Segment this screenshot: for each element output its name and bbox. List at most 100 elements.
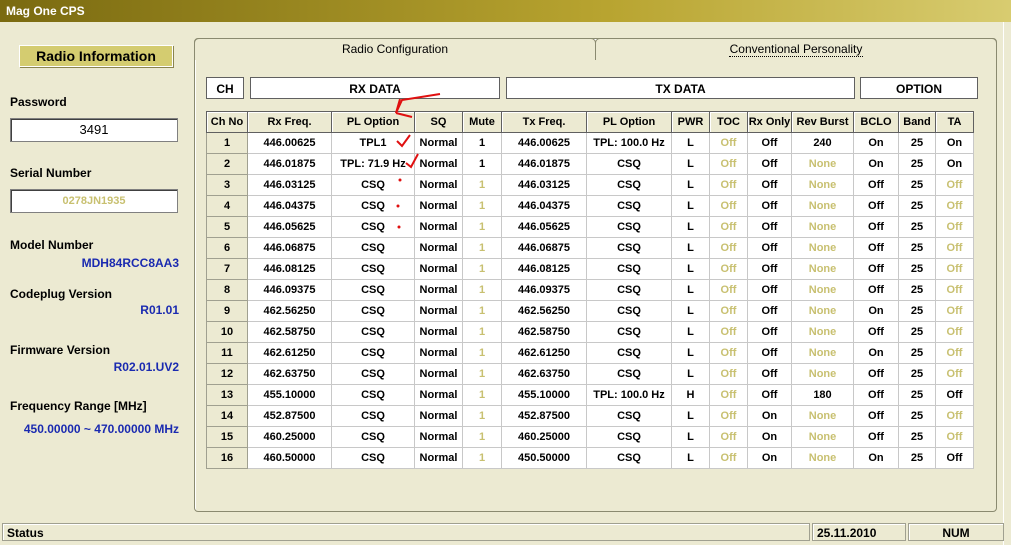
cell-rev-burst[interactable]: None: [791, 258, 854, 280]
cell-sq[interactable]: Normal: [414, 405, 463, 427]
cell-rx-only[interactable]: On: [747, 405, 792, 427]
cell-rev-burst[interactable]: None: [791, 405, 854, 427]
cell-pwr[interactable]: L: [671, 279, 710, 301]
cell-tx-freq[interactable]: 446.09375: [501, 279, 587, 301]
cell-bclo[interactable]: Off: [853, 258, 899, 280]
cell-pwr[interactable]: L: [671, 342, 710, 364]
cell-rx-only[interactable]: On: [747, 447, 792, 469]
cell-rev-burst[interactable]: 180: [791, 384, 854, 406]
cell-tx-freq[interactable]: 462.61250: [501, 342, 587, 364]
cell-sq[interactable]: Normal: [414, 447, 463, 469]
cell-ta[interactable]: On: [935, 132, 974, 154]
cell-tx-pl-option[interactable]: CSQ: [586, 321, 672, 343]
cell-bclo[interactable]: Off: [853, 216, 899, 238]
cell-mute[interactable]: 1: [462, 195, 502, 217]
cell-rev-burst[interactable]: None: [791, 300, 854, 322]
cell-rx-only[interactable]: Off: [747, 321, 792, 343]
cell-toc[interactable]: Off: [709, 300, 748, 322]
cell-rx-freq[interactable]: 452.87500: [247, 405, 332, 427]
cell-ta[interactable]: Off: [935, 426, 974, 448]
cell-mute[interactable]: 1: [462, 405, 502, 427]
cell-tx-pl-option[interactable]: CSQ: [586, 342, 672, 364]
cell-mute[interactable]: 1: [462, 174, 502, 196]
cell-tx-freq[interactable]: 446.03125: [501, 174, 587, 196]
cell-sq[interactable]: Normal: [414, 363, 463, 385]
table-row[interactable]: 15 460.25000 CSQ Normal 1 460.25000 CSQ L Off On N…: [206, 426, 974, 448]
cell-band[interactable]: 25: [898, 426, 936, 448]
cell-sq[interactable]: Normal: [414, 321, 463, 343]
table-row[interactable]: 11 462.61250 CSQ Normal 1 462.61250 CSQ L Off Off…: [206, 342, 974, 364]
cell-toc[interactable]: Off: [709, 384, 748, 406]
cell-ta[interactable]: Off: [935, 447, 974, 469]
cell-pwr[interactable]: L: [671, 321, 710, 343]
cell-ta[interactable]: On: [935, 153, 974, 175]
cell-rx-freq[interactable]: 462.63750: [247, 363, 332, 385]
cell-ta[interactable]: Off: [935, 258, 974, 280]
table-row[interactable]: 6 446.06875 CSQ Normal 1 446.06875 CSQ L Off Off N…: [206, 237, 974, 259]
cell-mute[interactable]: 1: [462, 342, 502, 364]
cell-rx-pl-option[interactable]: TPL: 71.9 Hz: [331, 153, 415, 175]
cell-tx-freq[interactable]: 446.01875: [501, 153, 587, 175]
cell-tx-freq[interactable]: 455.10000: [501, 384, 587, 406]
cell-rev-burst[interactable]: None: [791, 447, 854, 469]
table-row[interactable]: 3 446.03125 CSQ Normal 1 446.03125 CSQ L Off Off N…: [206, 174, 974, 196]
cell-rx-pl-option[interactable]: CSQ: [331, 237, 415, 259]
cell-ta[interactable]: Off: [935, 300, 974, 322]
cell-bclo[interactable]: Off: [853, 237, 899, 259]
table-row[interactable]: 5 446.05625 CSQ Normal 1 446.05625 CSQ L Off Off N…: [206, 216, 974, 238]
cell-bclo[interactable]: Off: [853, 321, 899, 343]
cell-mute[interactable]: 1: [462, 216, 502, 238]
cell-toc[interactable]: Off: [709, 405, 748, 427]
cell-band[interactable]: 25: [898, 405, 936, 427]
cell-rev-burst[interactable]: None: [791, 426, 854, 448]
cell-bclo[interactable]: On: [853, 342, 899, 364]
cell-mute[interactable]: 1: [462, 132, 502, 154]
cell-toc[interactable]: Off: [709, 216, 748, 238]
cell-toc[interactable]: Off: [709, 321, 748, 343]
cell-rx-pl-option[interactable]: CSQ: [331, 279, 415, 301]
cell-rx-only[interactable]: Off: [747, 153, 792, 175]
cell-ta[interactable]: Off: [935, 195, 974, 217]
cell-mute[interactable]: 1: [462, 426, 502, 448]
cell-toc[interactable]: Off: [709, 174, 748, 196]
cell-rx-pl-option[interactable]: CSQ: [331, 447, 415, 469]
cell-sq[interactable]: Normal: [414, 384, 463, 406]
table-row[interactable]: 10 462.58750 CSQ Normal 1 462.58750 CSQ L Off Off…: [206, 321, 974, 343]
cell-band[interactable]: 25: [898, 363, 936, 385]
cell-rev-burst[interactable]: None: [791, 153, 854, 175]
table-row[interactable]: 2 446.01875 TPL: 71.9 Hz Normal 1 446.01875 CS…: [206, 153, 974, 175]
cell-toc[interactable]: Off: [709, 153, 748, 175]
cell-rx-only[interactable]: Off: [747, 174, 792, 196]
cell-rev-burst[interactable]: None: [791, 216, 854, 238]
cell-rx-only[interactable]: Off: [747, 237, 792, 259]
cell-band[interactable]: 25: [898, 216, 936, 238]
cell-rx-pl-option[interactable]: CSQ: [331, 195, 415, 217]
cell-sq[interactable]: Normal: [414, 174, 463, 196]
cell-rx-freq[interactable]: 462.58750: [247, 321, 332, 343]
cell-rx-pl-option[interactable]: CSQ: [331, 174, 415, 196]
cell-bclo[interactable]: Off: [853, 174, 899, 196]
cell-sq[interactable]: Normal: [414, 279, 463, 301]
cell-pwr[interactable]: L: [671, 447, 710, 469]
cell-band[interactable]: 25: [898, 342, 936, 364]
cell-band[interactable]: 25: [898, 237, 936, 259]
cell-rx-freq[interactable]: 446.04375: [247, 195, 332, 217]
cell-band[interactable]: 25: [898, 153, 936, 175]
cell-rx-pl-option[interactable]: CSQ: [331, 405, 415, 427]
cell-tx-pl-option[interactable]: CSQ: [586, 195, 672, 217]
cell-rx-freq[interactable]: 446.00625: [247, 132, 332, 154]
cell-rx-pl-option[interactable]: CSQ: [331, 363, 415, 385]
cell-tx-freq[interactable]: 462.58750: [501, 321, 587, 343]
cell-rx-only[interactable]: Off: [747, 195, 792, 217]
cell-toc[interactable]: Off: [709, 279, 748, 301]
cell-tx-pl-option[interactable]: CSQ: [586, 153, 672, 175]
cell-tx-pl-option[interactable]: CSQ: [586, 405, 672, 427]
cell-sq[interactable]: Normal: [414, 153, 463, 175]
cell-bclo[interactable]: On: [853, 300, 899, 322]
table-row[interactable]: 16 460.50000 CSQ Normal 1 450.50000 CSQ L Off On N…: [206, 447, 974, 469]
cell-band[interactable]: 25: [898, 174, 936, 196]
cell-rx-only[interactable]: Off: [747, 342, 792, 364]
cell-bclo[interactable]: Off: [853, 279, 899, 301]
password-field[interactable]: 3491: [10, 118, 178, 142]
cell-band[interactable]: 25: [898, 132, 936, 154]
